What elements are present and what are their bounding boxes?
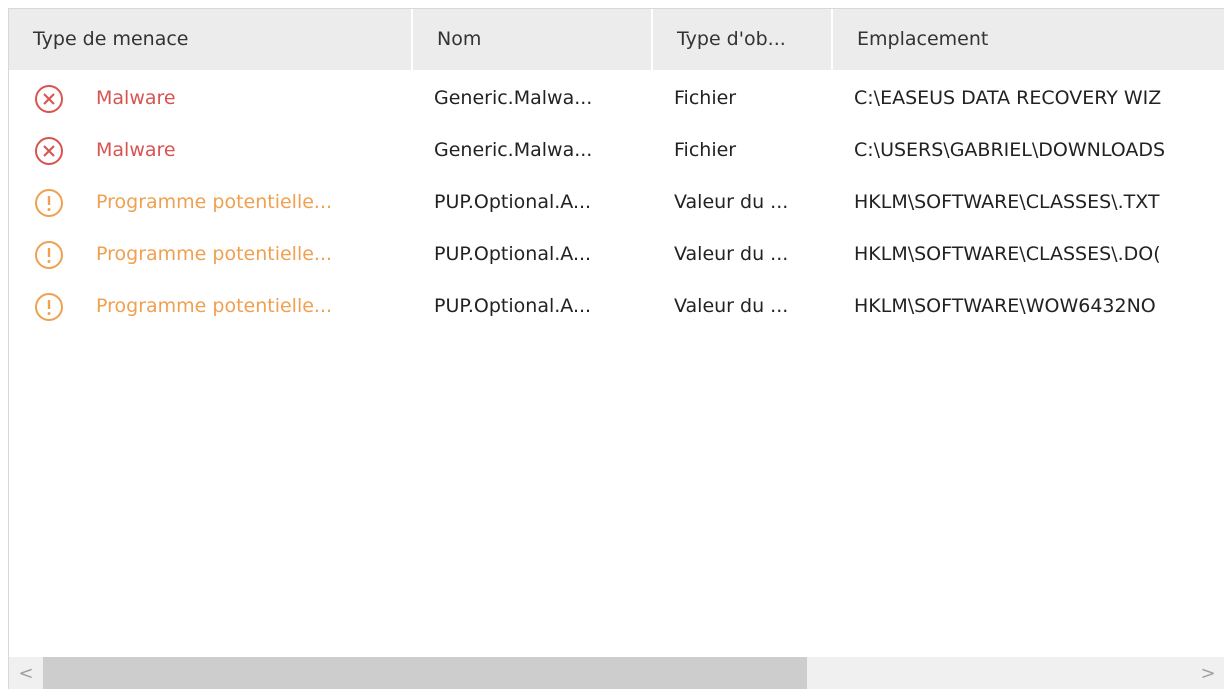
warning-exclamation-circle-icon [34, 188, 64, 218]
cell-name: Generic.Malwa... [434, 87, 593, 109]
cell-object-type: Valeur du ... [674, 295, 789, 317]
warning-exclamation-circle-icon [34, 240, 64, 270]
error-x-circle-icon [34, 84, 64, 114]
cell-threat-type: Programme potentielle... [96, 243, 333, 265]
table-row[interactable]: Malware Generic.Malwa... Fichier C:\USERS\G… [9, 124, 1224, 176]
table-row[interactable]: Programme potentielle... PUP.Optional.A..… [9, 280, 1224, 332]
cell-object-type: Valeur du ... [674, 191, 789, 213]
cell-name: Generic.Malwa... [434, 139, 593, 161]
column-header-object-type[interactable]: Type d'ob... [653, 9, 831, 70]
scroll-right-arrow[interactable]: > [1191, 657, 1224, 689]
cell-name: PUP.Optional.A... [434, 191, 592, 213]
cell-location: C:\EASEUS DATA RECOVERY WIZ [854, 87, 1162, 109]
cell-object-type: Valeur du ... [674, 243, 789, 265]
cell-location: C:\USERS\GABRIEL\DOWNLOADS [854, 139, 1166, 161]
column-header-threat-type[interactable]: Type de menace [9, 9, 411, 70]
column-header-name[interactable]: Nom [413, 9, 651, 70]
cell-threat-type: Programme potentielle... [96, 191, 333, 213]
scroll-left-arrow[interactable]: < [9, 657, 43, 689]
cell-object-type: Fichier [674, 87, 737, 109]
cell-location: HKLM\SOFTWARE\WOW6432NO [854, 295, 1156, 317]
horizontal-scrollbar[interactable]: < > [9, 657, 1224, 689]
cell-threat-type: Malware [96, 87, 176, 109]
warning-exclamation-circle-icon [34, 292, 64, 322]
cell-threat-type: Programme potentielle... [96, 295, 333, 317]
table-row[interactable]: Programme potentielle... PUP.Optional.A..… [9, 228, 1224, 280]
scrollbar-thumb[interactable] [43, 657, 807, 689]
column-header-location[interactable]: Emplacement [833, 9, 1224, 70]
table-header: Type de menace Nom Type d'ob... Emplacem… [9, 9, 1224, 70]
cell-object-type: Fichier [674, 139, 737, 161]
table-row[interactable]: Malware Generic.Malwa... Fichier C:\EASEUS … [9, 72, 1224, 124]
table-row[interactable]: Programme potentielle... PUP.Optional.A..… [9, 176, 1224, 228]
cell-location: HKLM\SOFTWARE\CLASSES\.TXT [854, 191, 1160, 213]
cell-name: PUP.Optional.A... [434, 243, 592, 265]
error-x-circle-icon [34, 136, 64, 166]
cell-threat-type: Malware [96, 139, 176, 161]
cell-location: HKLM\SOFTWARE\CLASSES\.DO( [854, 243, 1161, 265]
cell-name: PUP.Optional.A... [434, 295, 592, 317]
threat-list: Type de menace Nom Type d'ob... Emplacem… [8, 8, 1224, 689]
